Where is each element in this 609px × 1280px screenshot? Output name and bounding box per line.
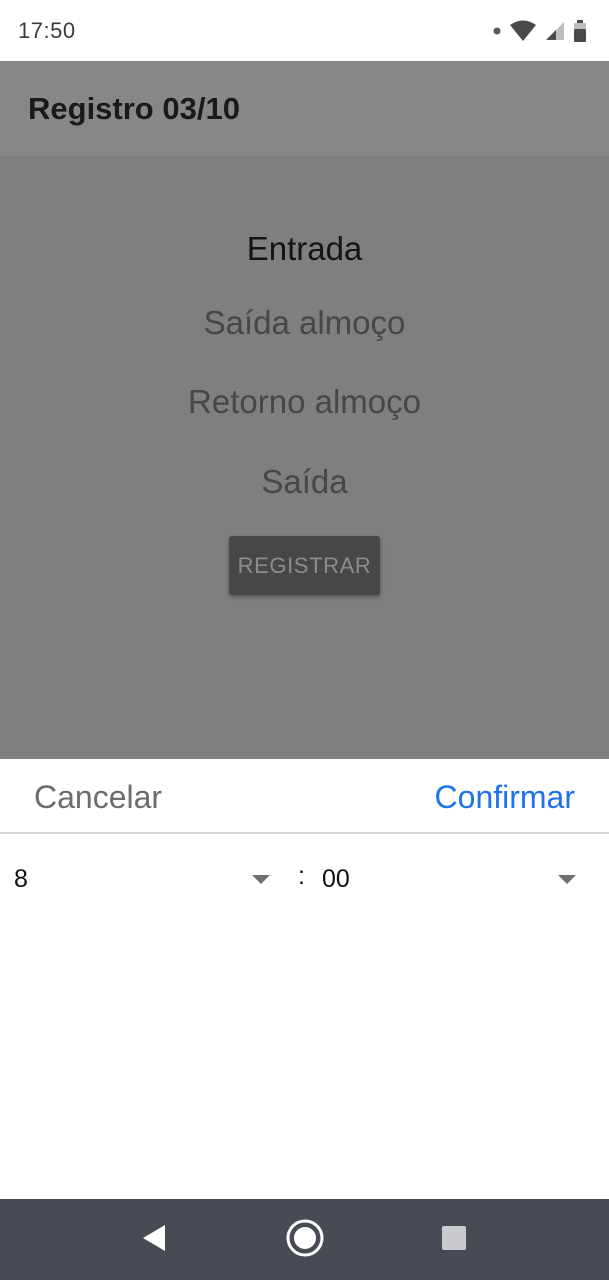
back-icon: [141, 1224, 167, 1257]
back-button[interactable]: [132, 1218, 176, 1262]
option-entrada[interactable]: Entrada: [0, 230, 609, 268]
status-icons: [493, 19, 587, 42]
navigation-bar: [0, 1199, 609, 1280]
notification-dot-icon: [493, 27, 501, 35]
chevron-down-icon: [558, 874, 576, 884]
time-separator: :: [298, 862, 305, 890]
home-button[interactable]: [283, 1218, 327, 1262]
recents-icon: [441, 1225, 467, 1256]
time-picker-header: Cancelar Confirmar: [0, 759, 609, 834]
confirm-button[interactable]: Confirmar: [435, 779, 575, 816]
option-retorno-almoco[interactable]: Retorno almoço: [0, 383, 609, 421]
app-bar: Registro 03/10: [0, 61, 609, 156]
minute-value: 00: [322, 864, 350, 893]
signal-icon: [545, 21, 565, 41]
wifi-icon: [509, 20, 537, 42]
screen: 17:50 Registro 03/10 Entrada Saída almoç…: [0, 0, 609, 1280]
status-bar: 17:50: [0, 0, 609, 61]
minute-select[interactable]: 00: [322, 857, 584, 901]
chevron-down-icon: [252, 874, 270, 884]
time-picker-sheet: Cancelar Confirmar 8 : 00: [0, 759, 609, 1199]
time-picker-row: 8 : 00: [0, 857, 609, 901]
register-button[interactable]: REGISTRAR: [229, 536, 380, 595]
status-time: 17:50: [18, 17, 76, 43]
option-saida[interactable]: Saída: [0, 463, 609, 501]
option-saida-almoco[interactable]: Saída almoço: [0, 304, 609, 342]
content-overlay[interactable]: Entrada Saída almoço Retorno almoço Saíd…: [0, 156, 609, 759]
cancel-button[interactable]: Cancelar: [34, 779, 162, 816]
battery-icon: [573, 19, 587, 42]
hour-select[interactable]: 8: [14, 857, 278, 901]
page-title: Registro 03/10: [28, 90, 240, 126]
home-icon: [285, 1218, 325, 1263]
recents-button[interactable]: [432, 1218, 476, 1262]
hour-value: 8: [14, 864, 28, 893]
